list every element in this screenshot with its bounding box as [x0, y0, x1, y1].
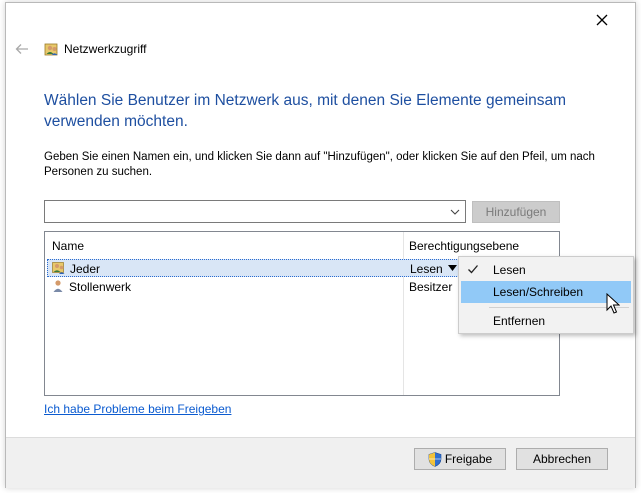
uac-shield-icon: [428, 451, 442, 467]
menu-item-label: Lesen: [493, 263, 526, 277]
network-access-dialog: Netzwerkzugriff Wählen Sie Benutzer im N…: [5, 2, 636, 488]
share-button-label: Freigabe: [444, 452, 493, 466]
name-combobox[interactable]: [44, 200, 466, 223]
row-permission[interactable]: Lesen: [410, 262, 443, 276]
user-icon: [53, 280, 63, 292]
column-divider: [403, 232, 404, 395]
sharing-help-link[interactable]: Ich habe Probleme beim Freigeben: [44, 402, 231, 416]
page-headline: Wählen Sie Benutzer im Netzwerk aus, mit…: [44, 92, 567, 130]
users-group-icon: [52, 262, 65, 274]
close-button[interactable]: [591, 9, 613, 31]
row-name: Jeder: [70, 262, 101, 276]
back-button[interactable]: [14, 41, 30, 57]
checkmark-icon: [468, 265, 478, 274]
column-header-name[interactable]: Name: [52, 239, 84, 253]
instructions-text: Geben Sie einen Namen ein, und klicken S…: [44, 151, 595, 178]
chevron-down-icon: [450, 209, 460, 215]
name-input[interactable]: [48, 202, 443, 221]
network-users-icon: [44, 43, 58, 56]
row-name: Stollenwerk: [69, 280, 132, 294]
column-header-permission[interactable]: Berechtigungsebene: [409, 239, 519, 253]
mouse-cursor-icon: [606, 293, 620, 314]
add-button[interactable]: Hinzufügen: [472, 201, 560, 223]
cancel-button[interactable]: Abbrechen: [516, 448, 608, 470]
combo-dropdown-button[interactable]: [448, 204, 462, 219]
close-icon: [596, 14, 608, 26]
dialog-footer: Freigabe Abbrechen: [6, 437, 635, 488]
caret-down-icon[interactable]: [448, 265, 457, 271]
back-arrow-icon: [15, 44, 28, 54]
dialog-title: Netzwerkzugriff: [64, 42, 147, 56]
menu-item-read[interactable]: Lesen: [461, 259, 631, 281]
row-permission: Besitzer: [409, 280, 453, 294]
menu-item-label: Lesen/Schreiben: [493, 285, 584, 299]
menu-item-label: Entfernen: [493, 314, 546, 328]
share-button[interactable]: Freigabe: [414, 448, 506, 470]
